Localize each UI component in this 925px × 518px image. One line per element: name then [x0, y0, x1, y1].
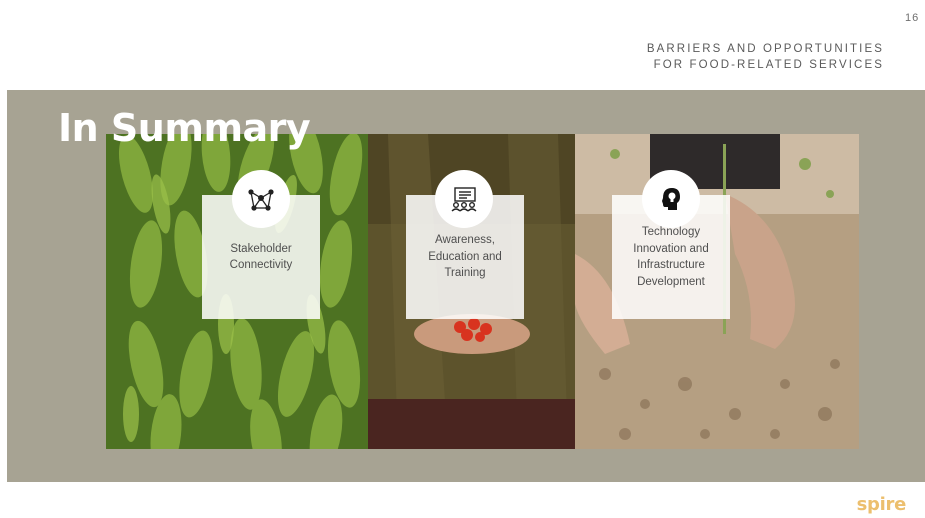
spire-logo: spire	[856, 494, 907, 515]
header-title-line-1: BARRIERS AND OPPORTUNITIES	[646, 43, 884, 55]
header-title: BARRIERS AND OPPORTUNITIES FOR FOOD-RELA…	[584, 41, 884, 73]
card-label: Awareness, Education and Training	[428, 234, 502, 280]
card-label: Stakeholder Connectivity	[229, 242, 293, 272]
head-lightbulb-icon	[642, 170, 700, 228]
network-icon	[232, 170, 290, 228]
header-title-line-2: FOR FOOD-RELATED SERVICES	[653, 59, 884, 71]
card-label: Technology Innovation and Infrastructure…	[633, 226, 709, 288]
summary-title: In Summary	[58, 106, 311, 150]
page-number: 16	[905, 12, 920, 24]
presentation-icon	[435, 170, 493, 228]
